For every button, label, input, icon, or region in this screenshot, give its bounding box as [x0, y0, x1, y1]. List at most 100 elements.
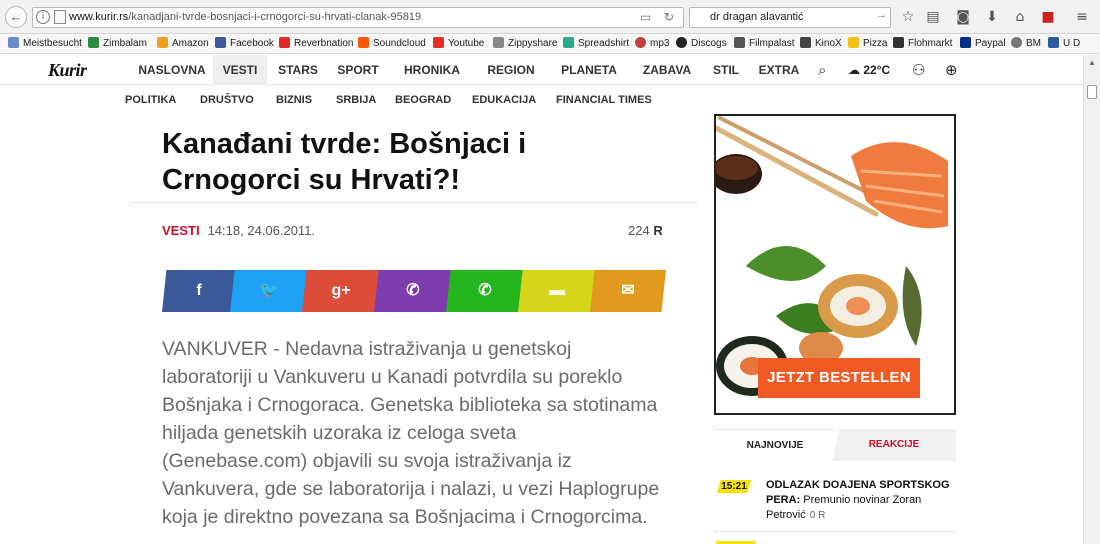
share-sms-button[interactable]: ▬: [518, 270, 596, 312]
page-scrollbar[interactable]: ▲: [1083, 55, 1100, 544]
page-viewport: Kurir NASLOVNA VESTI STARS SPORT HRONIKA…: [0, 55, 1083, 544]
subnav-beograd[interactable]: BEOGRAD: [395, 86, 451, 114]
bookmark-zippyshare[interactable]: Zippyshare: [493, 37, 557, 51]
article-header: Kanađani tvrde: Bošnjaci i Crnogorci su H…: [162, 126, 666, 198]
bookmark-spreadshirt[interactable]: Spreadshirt: [563, 37, 629, 51]
subnav-biznis[interactable]: BIZNIS: [276, 86, 312, 114]
nav-region[interactable]: REGION: [480, 55, 542, 85]
page-icon: [54, 10, 66, 24]
add-user-icon[interactable]: ⊕: [945, 61, 958, 79]
pizza-icon: [848, 37, 859, 48]
bookmark-soundcloud[interactable]: Soundcloud: [358, 37, 426, 51]
share-whatsapp-button[interactable]: ✆: [446, 270, 524, 312]
googleplus-icon: g+: [331, 282, 351, 299]
search-go-icon[interactable]: →: [876, 9, 887, 21]
viber-icon: ✆: [406, 282, 420, 299]
back-button[interactable]: ←: [5, 6, 27, 28]
scroll-thumb[interactable]: [1087, 85, 1097, 99]
addon-icon[interactable]: ■: [1039, 8, 1057, 26]
facebook-icon: f: [196, 282, 202, 299]
nav-vesti[interactable]: VESTI: [213, 55, 267, 85]
bookmark-flohmarkt[interactable]: Flohmarkt: [893, 37, 952, 51]
tab-reactions[interactable]: REAKCIJE: [832, 429, 956, 461]
subnav-politika[interactable]: POLITIKA: [125, 86, 176, 114]
sidebar-tabs: NAJNOVIJE REAKCIJE: [714, 429, 956, 461]
bookmark-paypal[interactable]: Paypal: [960, 37, 1006, 51]
whatsapp-icon: ✆: [478, 282, 492, 299]
nav-naslovna[interactable]: NASLOVNA: [132, 55, 212, 85]
bookmark-facebook[interactable]: Facebook: [215, 37, 274, 51]
subnav-srbija[interactable]: SRBIJA: [336, 86, 376, 114]
bookmark-kinox[interactable]: KinoX: [800, 37, 842, 51]
url-path: /kanadjani-tvrde-bosnjaci-i-crnogorci-su…: [128, 11, 422, 23]
news-comment-count: 0 R: [809, 510, 826, 521]
nav-stars[interactable]: STARS: [270, 55, 326, 85]
list-item[interactable]: 15:21 ODLAZAK DOAJENA SPORTSKOG PERA: Pr…: [714, 474, 956, 532]
bookmark-ud[interactable]: U D: [1048, 37, 1080, 51]
bookmark-mp3[interactable]: mp3: [635, 37, 669, 51]
bookmark-meistbesucht[interactable]: Meistbesucht: [8, 37, 82, 51]
order-now-button[interactable]: JETZT BESTELLEN: [758, 358, 920, 398]
home-icon[interactable]: ⌂: [1011, 8, 1029, 26]
bookmark-amazon[interactable]: Amazon: [157, 37, 209, 51]
reload-icon[interactable]: ↻: [664, 10, 674, 24]
bookmark-discogs[interactable]: Discogs: [676, 37, 727, 51]
temperature: 22°C: [863, 63, 891, 77]
folder-icon: [8, 37, 19, 48]
amazon-icon: [157, 37, 168, 48]
article-lead: VANKUVER - Nedavna istraživanja u genets…: [162, 338, 660, 528]
sub-navigation: POLITIKA DRUŠTVO BIZNIS SRBIJA BEOGRAD E…: [0, 86, 1083, 114]
share-email-button[interactable]: ✉: [590, 270, 666, 312]
reads-icon: R: [653, 223, 663, 238]
site-info-icon[interactable]: i: [36, 10, 50, 24]
kinox-icon: [800, 37, 811, 48]
article-meta: VESTI 14:18, 24.06.2011.: [162, 223, 315, 238]
subnav-financial-times[interactable]: FINANCIAL TIMES: [556, 86, 652, 114]
browser-toolbar: ← www.kurir.rs/kanadjani-tvrde-bosnjaci-…: [0, 0, 1100, 34]
url-host: www.kurir.rs: [69, 11, 129, 23]
bookmark-star-icon[interactable]: ☆: [899, 8, 917, 26]
flohmarkt-icon: [893, 37, 904, 48]
nav-sport[interactable]: SPORT: [330, 55, 386, 85]
site-logo[interactable]: Kurir: [48, 60, 87, 81]
search-icon[interactable]: ⌕: [818, 61, 826, 79]
nav-zabava[interactable]: ZABAVA: [636, 55, 698, 85]
article-category[interactable]: VESTI: [162, 223, 200, 238]
share-bar: f 🐦 g+ ✆ ✆ ▬ ✉: [162, 270, 666, 312]
pocket-icon[interactable]: ◙: [954, 8, 972, 26]
nav-stil[interactable]: STIL: [708, 55, 744, 85]
read-count: 224 R: [628, 223, 663, 238]
scroll-up-icon[interactable]: ▲: [1088, 58, 1096, 67]
subnav-edukacija[interactable]: EDUKACIJA: [472, 86, 536, 114]
bookmark-pizza[interactable]: Pizza: [848, 37, 887, 51]
bookmark-filmpalast[interactable]: Filmpalast: [734, 37, 795, 51]
bookmark-zimbalam[interactable]: Zimbalam: [88, 37, 147, 51]
nav-planeta[interactable]: PLANETA: [555, 55, 623, 85]
article-datetime: 14:18, 24.06.2011.: [207, 223, 316, 238]
news-title[interactable]: ODLAZAK DOAJENA SPORTSKOG PERA: Premunio…: [766, 478, 956, 523]
reader-view-icon[interactable]: ▭: [640, 10, 651, 24]
share-viber-button[interactable]: ✆: [374, 270, 452, 312]
subnav-drustvo[interactable]: DRUŠTVO: [200, 86, 254, 114]
user-icon[interactable]: ⚇: [912, 61, 925, 79]
url-field[interactable]: www.kurir.rs/kanadjani-tvrde-bosnjaci-i-…: [32, 7, 684, 28]
soundcloud-icon: [358, 37, 369, 48]
bookmark-reverbnation[interactable]: Reverbnation: [279, 37, 353, 51]
youtube-icon: [433, 37, 444, 48]
bookmarks-menu-icon[interactable]: ▤: [924, 8, 942, 26]
bookmarks-bar: Meistbesucht Zimbalam Amazon Facebook Re…: [0, 34, 1100, 54]
bookmark-youtube[interactable]: Youtube: [433, 37, 484, 51]
advertisement[interactable]: JETZT BESTELLEN: [714, 114, 956, 415]
share-googleplus-button[interactable]: g+: [302, 270, 380, 312]
nav-extra[interactable]: EXTRA: [754, 55, 804, 85]
time-badge: 15:21: [717, 480, 751, 493]
search-input[interactable]: dr dragan alavantić: [689, 7, 891, 28]
share-twitter-button[interactable]: 🐦: [230, 270, 308, 312]
nav-hronika[interactable]: HRONIKA: [396, 55, 468, 85]
menu-icon[interactable]: ≡: [1073, 8, 1091, 26]
bookmark-bm[interactable]: BM: [1011, 37, 1041, 51]
zippyshare-icon: [493, 37, 504, 48]
share-facebook-button[interactable]: f: [162, 270, 236, 312]
tab-latest[interactable]: NAJNOVIJE: [714, 429, 836, 461]
download-icon[interactable]: ⬇: [983, 8, 1001, 26]
